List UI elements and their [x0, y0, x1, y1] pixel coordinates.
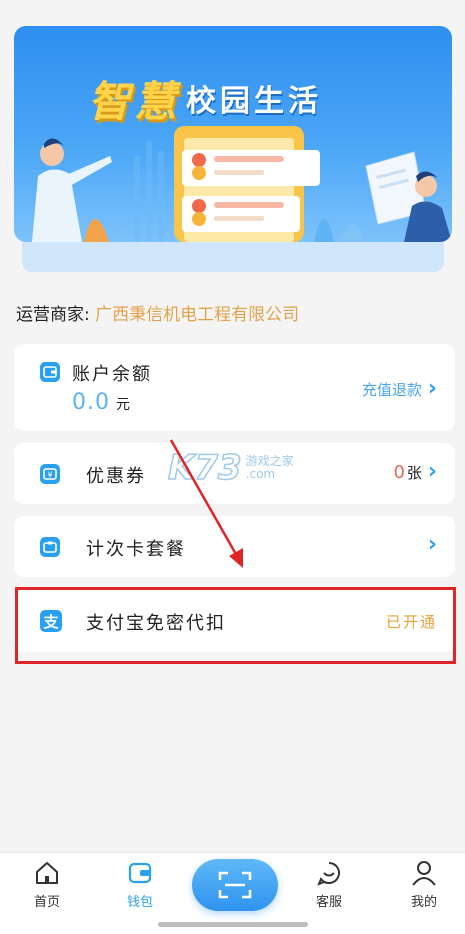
- scan-icon: [218, 871, 252, 899]
- chat-icon: [317, 862, 340, 886]
- banner-image: 智慧 校园生活: [14, 26, 452, 242]
- wallet-icon: [128, 862, 152, 884]
- nav-wallet-label: 钱包: [126, 895, 153, 910]
- alipay-auto-debit-card[interactable]: 支 支付宝免密代扣 已开通: [14, 589, 455, 652]
- balance-unit: 元: [116, 397, 130, 413]
- account-balance-card[interactable]: 账户余额 0.0 元 充值退款 ›: [14, 344, 455, 431]
- banner-title-big: 智慧: [88, 76, 181, 126]
- chevron-right-icon: ›: [427, 532, 437, 557]
- alipay-icon: 支: [40, 610, 62, 632]
- count-card-package-title: 计次卡套餐: [86, 539, 186, 560]
- recharge-refund-link[interactable]: 充值退款 ›: [362, 378, 437, 400]
- chevron-right-icon: ›: [427, 376, 437, 401]
- nav-wallet[interactable]: 钱包: [105, 859, 175, 910]
- coupon-icon: ¥: [40, 464, 60, 484]
- balance-amount: 0.0: [72, 390, 110, 415]
- wallet-icon: [40, 362, 60, 382]
- watermark-sub2: .com: [245, 467, 276, 481]
- nav-home[interactable]: 首页: [12, 859, 82, 910]
- merchant-info: 运营商家: 广西秉信机电工程有限公司: [16, 300, 299, 325]
- nav-home-label: 首页: [33, 895, 60, 910]
- account-balance-title: 账户余额: [72, 364, 152, 385]
- watermark-side: 游戏之家 .com: [245, 454, 294, 481]
- banner-illustration: [32, 126, 452, 242]
- recharge-refund-label: 充值退款: [361, 380, 422, 399]
- coupon-count-unit: 张: [406, 463, 422, 482]
- alipay-status: 已开通: [385, 613, 437, 631]
- merchant-name: 广西秉信机电工程有限公司: [95, 305, 300, 325]
- coupon-count[interactable]: 0 张 ›: [393, 461, 437, 483]
- count-card-package-card[interactable]: 计次卡套餐 ›: [14, 516, 455, 577]
- coupon-count-value: 0: [393, 461, 405, 483]
- svg-text:¥: ¥: [47, 471, 52, 480]
- chevron-right-icon: ›: [427, 459, 437, 484]
- banner-title-small: 校园生活: [186, 84, 323, 119]
- watermark: K73 游戏之家 .com: [167, 447, 294, 489]
- account-balance-value: 0.0 元: [72, 390, 130, 415]
- alipay-auto-debit-title: 支付宝免密代扣: [86, 613, 226, 634]
- home-indicator[interactable]: [158, 922, 308, 927]
- merchant-label: 运营商家:: [16, 305, 90, 325]
- home-icon: [36, 862, 58, 884]
- banner-title: 智慧 校园生活: [88, 66, 322, 130]
- coupon-title: 优惠券: [86, 466, 146, 487]
- count-card-package-link[interactable]: ›: [428, 534, 437, 556]
- banner[interactable]: 智慧 校园生活: [14, 26, 452, 272]
- nav-mine-label: 我的: [410, 895, 437, 910]
- scan-button[interactable]: [192, 859, 278, 911]
- nav-service-label: 客服: [315, 895, 342, 910]
- user-icon: [412, 861, 436, 886]
- nav-service[interactable]: 客服: [294, 859, 364, 910]
- watermark-logo: K73: [167, 447, 242, 489]
- nav-mine[interactable]: 我的: [389, 859, 459, 910]
- package-icon: [40, 537, 60, 557]
